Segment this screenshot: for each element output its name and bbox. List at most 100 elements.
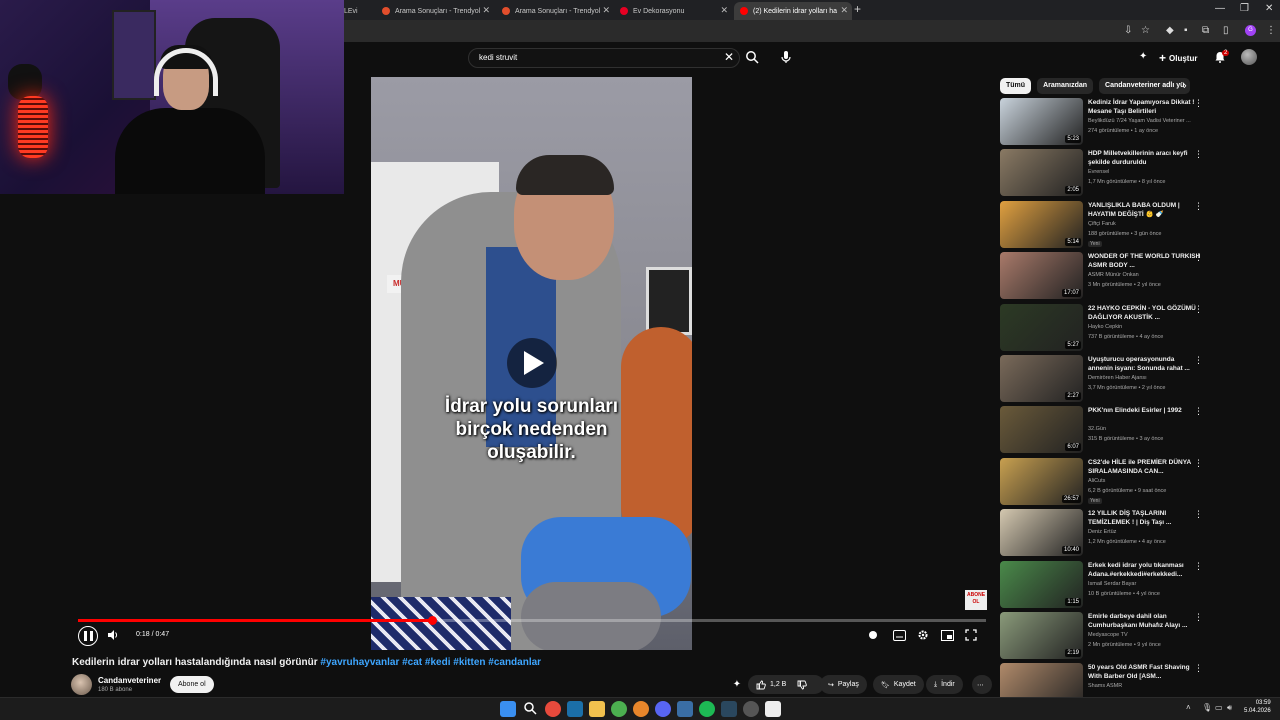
related-video-channel[interactable]: Medyascope TV [1088,632,1201,638]
related-video-title[interactable]: Emirle darbeye dahil olan Cumhurbaşkanı … [1088,612,1201,630]
microphone-icon[interactable] [780,50,794,66]
video-hashtags[interactable]: #yavruhayvanlar #cat #kedi #kitten #cand… [320,657,541,668]
related-video-channel[interactable]: Çiftçi Faruk [1088,221,1201,227]
video-thumbnail[interactable]: 1:15 [1000,560,1083,608]
video-thumbnail[interactable]: 5:27 [1000,303,1083,351]
related-video-title[interactable]: PKK'nın Elindeki Esirler | 1992 [1088,406,1201,415]
related-video-channel[interactable]: Demirören Haber Ajansı [1088,375,1201,381]
video-thumbnail[interactable]: 17:07 [1000,252,1083,300]
clear-search-icon[interactable]: ✕ [724,50,734,64]
bookmark-star-icon[interactable]: ☆ [1141,25,1150,36]
tray-chevron-icon[interactable]: ˄ [1186,703,1191,712]
more-vertical-icon[interactable]: ⋮ [1194,252,1203,263]
related-video-title[interactable]: CS2'de HİLE ile PREMİER DÜNYA SIRALAMASI… [1088,458,1201,476]
menu-kebab-icon[interactable]: ⋮ [1266,25,1276,36]
chip-all[interactable]: Tümü [1000,78,1032,94]
user-avatar[interactable] [1241,49,1257,65]
video-thumbnail[interactable]: 2:19 [1000,612,1083,659]
related-video-item[interactable]: 17:07 WONDER OF THE WORLD TURKISH ASMR BO… [1000,252,1205,302]
more-vertical-icon[interactable]: ⋮ [1194,355,1203,366]
related-video-item[interactable]: 5:23 Kediniz İdrar Yapamıyorsa Dikkat ! M… [1000,98,1205,148]
related-video-title[interactable]: Erkek kedi idrar yolu tıkanması Adana.#e… [1088,561,1201,579]
volume-tray-icon[interactable]: 🔊︎ [1227,703,1232,713]
related-video-title[interactable]: YANLIŞLIKLA BABA OLDUM | HAYATIM DEĞİŞTİ… [1088,201,1201,219]
related-video-item[interactable]: 2:19 Emirle darbeye dahil olan Cumhurbaşk… [1000,612,1205,662]
play-button[interactable] [507,338,557,388]
microphone-tray-icon[interactable]: 🎙︎ [1202,703,1212,712]
start-icon[interactable] [500,701,516,717]
autoplay-toggle-icon[interactable] [867,628,881,642]
steam-icon[interactable] [567,701,583,717]
related-video-item[interactable]: 5:27 22 HAYKO CEPKİN - YOL GÖZÜMÜ DAĞLIYO… [1000,303,1205,354]
file-explorer-icon[interactable] [589,701,605,717]
video-thumbnail[interactable]: 2:05 [1000,149,1083,197]
fullscreen-icon[interactable] [965,628,979,642]
pause-button[interactable] [78,626,98,646]
settings-gear-icon[interactable] [917,628,931,642]
related-video-item[interactable]: 10:40 12 YILLIK DİŞ TAŞLARINI TEMİZLEMEK … [1000,509,1205,559]
app-icon[interactable] [545,701,561,717]
subscribe-button[interactable]: Abone ol [170,676,214,693]
ask-ai-icon[interactable]: ✦ [728,675,746,694]
related-video-item[interactable]: 2:05 HDP Milletvekillerinin aracı keyfi ş… [1000,149,1205,199]
related-video-channel[interactable]: Evrensel [1088,169,1201,175]
more-vertical-icon[interactable]: ⋮ [1194,509,1203,520]
close-window-icon[interactable]: ✕ [1265,3,1273,14]
related-video-title[interactable]: Uyuşturucu operasyonunda annenin isyanı:… [1088,355,1201,373]
settings-icon[interactable] [743,701,759,717]
related-video-channel[interactable]: Shams ASMR [1088,683,1201,689]
chrome-icon[interactable] [611,701,627,717]
more-vertical-icon[interactable]: ⋮ [1194,304,1203,315]
video-thumbnail[interactable]: 5:14 [1000,200,1083,248]
related-video-title[interactable]: 22 HAYKO CEPKİN - YOL GÖZÜMÜ DAĞLIYOR AK… [1088,304,1201,322]
related-video-title[interactable]: WONDER OF THE WORLD TURKISH ASMR BODY ..… [1088,252,1201,270]
share-button[interactable]: ↪ Paylaş [820,675,867,694]
close-icon[interactable]: ✕ [482,5,490,16]
tab-1[interactable]: Arama Sonuçları - Trendyol ✕ [376,2,494,20]
related-video-channel[interactable]: ASMR Münür Önkan [1088,272,1201,278]
ai-sparkle-icon[interactable]: ✦ [1139,51,1147,62]
more-vertical-icon[interactable]: ⋮ [1194,561,1203,572]
save-button[interactable]: 🔖︎ Kaydet [873,675,924,694]
system-clock[interactable]: 03:59 5.04.2026 [1244,699,1271,715]
video-thumbnail[interactable]: 6:07 [1000,406,1083,454]
video-thumbnail[interactable]: 2:27 [1000,355,1083,402]
create-button[interactable]: + Oluştur [1159,51,1197,65]
related-video-title[interactable]: 50 years Old ASMR Fast Shaving With Barb… [1088,663,1201,681]
video-thumbnail[interactable]: 5:23 [1000,98,1083,145]
tab-3[interactable]: Ev Dekorasyonu ✕ [614,2,732,20]
new-tab-button[interactable]: + [854,2,861,16]
more-vertical-icon[interactable]: ⋮ [1194,201,1203,212]
related-video-channel[interactable]: Deniz Ertüz [1088,529,1201,535]
related-video-channel[interactable]: Hayko Cepkin [1088,324,1201,330]
related-video-title[interactable]: HDP Milletvekillerinin aracı keyfi şekil… [1088,149,1201,167]
progress-bar[interactable] [78,616,986,625]
more-vertical-icon[interactable]: ⋮ [1194,406,1203,417]
search-icon[interactable] [745,50,761,66]
extension-icon[interactable]: ◆ [1166,25,1174,36]
extension-icon[interactable]: ▪ [1184,25,1188,36]
minimize-icon[interactable]: — [1215,3,1225,14]
close-icon[interactable]: ✕ [720,5,728,16]
related-video-title[interactable]: 12 YILLIK DİŞ TAŞLARINI TEMİZLEMEK ! | D… [1088,509,1201,527]
related-video-channel[interactable]: 32.Gün [1088,426,1201,432]
related-video-channel[interactable]: Beylikdüzü 7/24 Yaşam Vadisi Veteriner .… [1088,118,1201,124]
miniplayer-icon[interactable] [941,628,955,642]
volume-icon[interactable] [107,628,121,642]
subtitles-icon[interactable] [893,628,907,642]
more-vertical-icon[interactable]: ⋮ [1194,98,1203,109]
related-video-item[interactable]: 6:07 PKK'nın Elindeki Esirler | 1992 32.Gü… [1000,406,1205,456]
notepad-icon[interactable] [765,701,781,717]
close-icon[interactable]: ✕ [602,5,610,16]
steam-icon[interactable] [721,701,737,717]
chip-from-search[interactable]: Aramanızdan [1037,78,1094,94]
chip-channel[interactable]: Candanveteriner adlı yü [1099,78,1191,94]
video-thumbnail[interactable]: 26:57 [1000,457,1083,505]
download-button[interactable]: ⤓ İndir [926,675,963,694]
tab-youtube-active[interactable]: (2) Kedilerin idrar yolları ha ✕ [734,2,852,20]
more-vertical-icon[interactable]: ⋮ [1194,149,1203,160]
chevron-right-icon[interactable]: › [1183,80,1187,92]
related-video-channel[interactable]: İsmail Serdar Bayar [1088,581,1201,587]
channel-name[interactable]: Candanveteriner [98,676,161,685]
discord-icon[interactable] [655,701,671,717]
